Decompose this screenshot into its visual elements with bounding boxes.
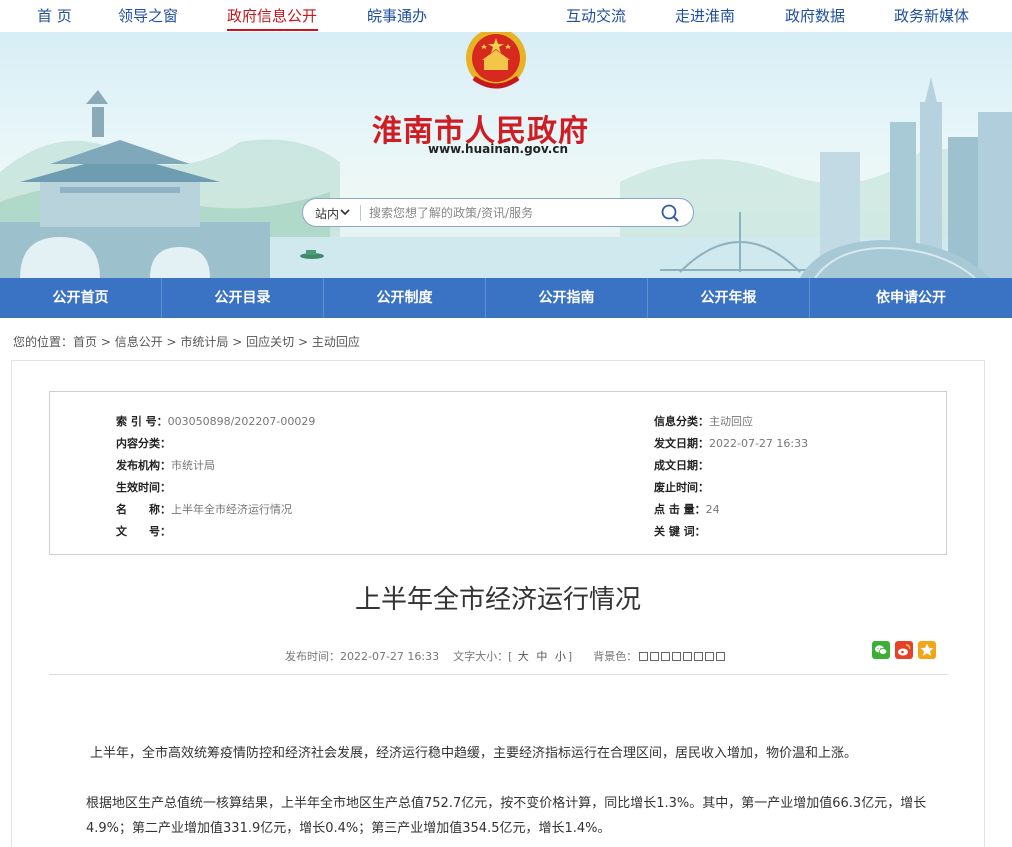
top-nav: 首 页 领导之窗 政府信息公开 皖事通办 互动交流 走进淮南 政府数据 政务新媒… xyxy=(0,0,1012,32)
nav-gov-info[interactable]: 政府信息公开 xyxy=(227,5,317,26)
search-bar: 站内 xyxy=(302,198,694,227)
meta-effective-time: 生效时间： xyxy=(116,479,171,495)
breadcrumb-sep: > xyxy=(163,335,181,349)
meta-written-date: 成文日期： xyxy=(654,457,709,473)
meta-click-count: 点 击 量：24 xyxy=(654,501,720,517)
banner: 淮南市人民政府 www.huainan.gov.cn 站内 xyxy=(0,32,1012,278)
search-input[interactable] xyxy=(369,203,649,223)
pub-time-label: 发布时间： xyxy=(285,650,340,663)
national-emblem-icon xyxy=(460,32,532,94)
nav-home[interactable]: 首 页 xyxy=(37,5,72,26)
breadcrumb-home[interactable]: 首页 xyxy=(73,335,97,349)
breadcrumb-stats-bureau[interactable]: 市统计局 xyxy=(180,335,228,349)
bg-color-swatch-1[interactable] xyxy=(639,652,648,661)
breadcrumb-prefix: 您的位置： xyxy=(13,335,73,349)
meta-content-category: 内容分类： xyxy=(116,435,171,451)
menu-disclosure-guide[interactable]: 公开指南 xyxy=(486,278,648,318)
meta-index-number: 索 引 号：003050898/202207-00029 xyxy=(116,413,315,429)
pub-time: 2022-07-27 16:33 xyxy=(340,650,439,663)
wechat-icon xyxy=(872,641,890,659)
search-icon[interactable] xyxy=(659,202,681,224)
bg-color-swatch-4[interactable] xyxy=(672,652,681,661)
bg-color-swatch-8[interactable] xyxy=(716,652,725,661)
menu-disclosure-catalog[interactable]: 公开目录 xyxy=(162,278,324,318)
breadcrumb-sep: > xyxy=(294,335,312,349)
article-title: 上半年全市经济运行情况 xyxy=(12,579,984,616)
breadcrumb-sep: > xyxy=(97,335,115,349)
article-divider xyxy=(49,674,947,675)
breadcrumb-info-disclosure[interactable]: 信息公开 xyxy=(115,335,163,349)
article-paragraph: 根据地区生产总值统一核算结果，上半年全市地区生产总值752.7亿元，按不变价格计… xyxy=(86,791,946,841)
menu-disclosure-system[interactable]: 公开制度 xyxy=(324,278,486,318)
article-info-bar: 发布时间：2022-07-27 16:33 文字大小：[ 大 中 小] 背景色： xyxy=(285,648,725,664)
meta-info-category: 信息分类：主动回应 xyxy=(654,413,753,429)
bg-color-swatch-7[interactable] xyxy=(705,652,714,661)
star-icon xyxy=(918,641,936,659)
meta-name: 名 称：上半年全市经济运行情况 xyxy=(116,501,292,517)
bg-color-swatch-2[interactable] xyxy=(650,652,659,661)
meta-doc-number: 文 号： xyxy=(116,523,171,539)
info-disclosure-menu: 公开首页 公开目录 公开制度 公开指南 公开年报 依申请公开 xyxy=(0,278,1012,318)
bg-color-label: 背景色： xyxy=(593,650,637,663)
nav-interaction[interactable]: 互动交流 xyxy=(566,5,626,26)
weibo-icon xyxy=(895,641,913,659)
search-scope-select[interactable]: 站内 xyxy=(315,205,339,222)
font-size-medium-button[interactable]: 中 xyxy=(536,650,547,663)
add-favorite-button[interactable] xyxy=(918,641,936,659)
chevron-down-icon[interactable] xyxy=(340,208,350,216)
site-url: www.huainan.gov.cn xyxy=(428,142,568,156)
meta-issue-date: 发文日期：2022-07-27 16:33 xyxy=(654,435,808,451)
search-separator xyxy=(360,205,361,221)
font-size-label: 文字大小：[ xyxy=(453,650,512,663)
breadcrumb-response[interactable]: 回应关切 xyxy=(246,335,294,349)
menu-disclosure-home[interactable]: 公开首页 xyxy=(0,278,162,318)
meta-expiry-time: 废止时间： xyxy=(654,479,709,495)
meta-publisher: 发布机构：市统计局 xyxy=(116,457,215,473)
share-weibo-button[interactable] xyxy=(895,641,913,659)
menu-disclosure-annual-report[interactable]: 公开年报 xyxy=(648,278,810,318)
nav-services[interactable]: 皖事通办 xyxy=(367,5,427,26)
nav-about-city[interactable]: 走进淮南 xyxy=(675,5,735,26)
breadcrumb-sep: > xyxy=(228,335,246,349)
content-panel: 索 引 号：003050898/202207-00029 内容分类： 发布机构：… xyxy=(11,360,985,847)
bg-color-swatch-6[interactable] xyxy=(694,652,703,661)
breadcrumb-active-response[interactable]: 主动回应 xyxy=(312,335,360,349)
menu-apply-disclosure[interactable]: 依申请公开 xyxy=(810,278,1012,318)
share-wechat-button[interactable] xyxy=(872,641,890,659)
breadcrumb: 您的位置：首页 > 信息公开 > 市统计局 > 回应关切 > 主动回应 xyxy=(13,333,360,350)
nav-new-media[interactable]: 政务新媒体 xyxy=(894,5,969,26)
font-size-end: ] xyxy=(568,650,572,663)
meta-keywords: 关 键 词： xyxy=(654,523,706,539)
bg-color-swatch-5[interactable] xyxy=(683,652,692,661)
bg-color-swatch-3[interactable] xyxy=(661,652,670,661)
active-nav-underline xyxy=(227,29,318,31)
nav-leaders[interactable]: 领导之窗 xyxy=(118,5,178,26)
article-paragraph: 上半年，全市高效统筹疫情防控和经济社会发展，经济运行稳中趋缓，主要经济指标运行在… xyxy=(86,741,946,766)
nav-gov-data[interactable]: 政府数据 xyxy=(785,5,845,26)
font-size-large-button[interactable]: 大 xyxy=(518,650,529,663)
font-size-small-button[interactable]: 小 xyxy=(555,650,566,663)
document-meta-table: 索 引 号：003050898/202207-00029 内容分类： 发布机构：… xyxy=(49,391,947,555)
